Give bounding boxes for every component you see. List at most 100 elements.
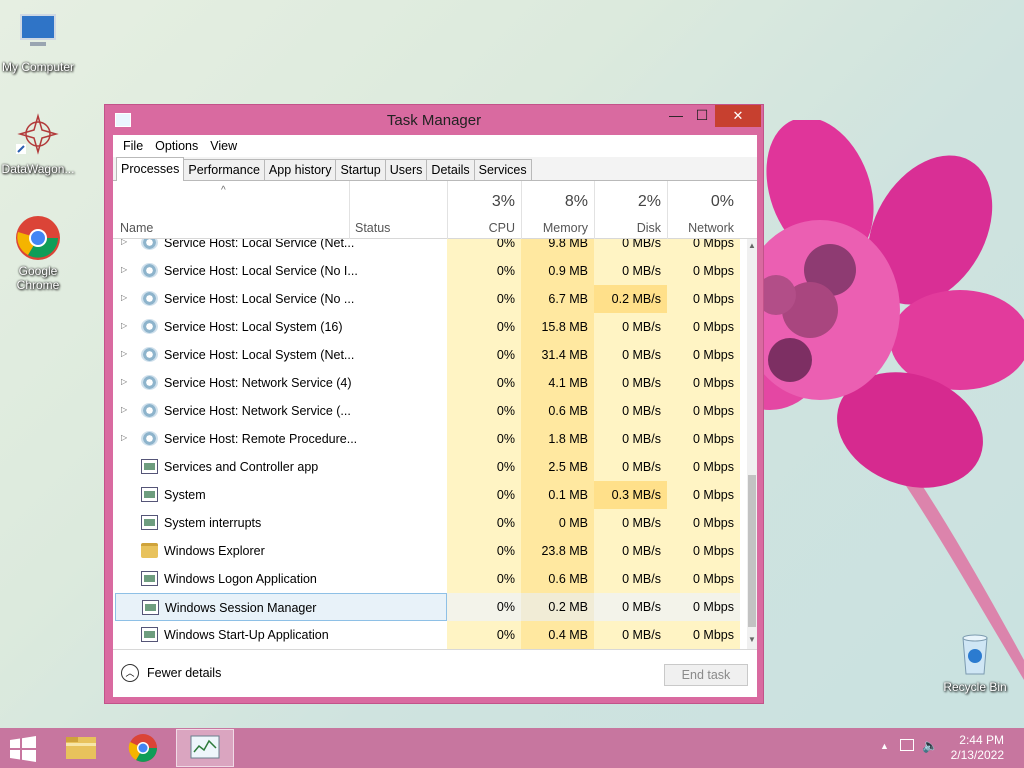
process-row[interactable]: Services and Controller app 0% 2.5 MB 0 MB/… [113, 453, 747, 481]
process-memory-value: 4.1 MB [521, 369, 594, 397]
gear-icon [141, 403, 158, 418]
scrollbar-thumb[interactable] [748, 475, 756, 627]
process-row[interactable]: System 0% 0.1 MB 0.3 MB/s 0 Mbps [113, 481, 747, 509]
taskbar: ▲ 🔈 2:44 PM 2/13/2022 [0, 728, 1024, 768]
column-header-network[interactable]: 0% Network [667, 181, 740, 239]
process-row[interactable]: Windows Start-Up Application 0% 0.4 MB 0 MB… [113, 621, 747, 649]
process-row[interactable]: ▷ Service Host: Local Service (Net... 0% 9.… [113, 239, 747, 257]
process-name: Windows Start-Up Application [164, 628, 329, 642]
process-name-cell[interactable]: Windows Logon Application [115, 565, 447, 593]
tab-users[interactable]: Users [384, 159, 428, 180]
taskbar-chrome[interactable] [114, 729, 172, 767]
process-row[interactable]: ▷ Service Host: Network Service (4) 0% 4.1 … [113, 369, 747, 397]
column-header-disk[interactable]: 2% Disk [594, 181, 667, 239]
process-row[interactable]: ▷ Service Host: Local Service (No ... 0% 6.… [113, 285, 747, 313]
process-name-cell[interactable]: Windows Session Manager [115, 593, 447, 621]
process-name: Windows Logon Application [164, 572, 317, 586]
process-name-cell[interactable]: ▷ Service Host: Local System (16) [115, 313, 447, 341]
process-row[interactable]: Windows Explorer 0% 23.8 MB 0 MB/s 0 Mbps [113, 537, 747, 565]
tab-app-history[interactable]: App history [263, 159, 337, 180]
taskbar-task-manager[interactable] [176, 729, 234, 767]
expand-chevron-icon[interactable]: ▷ [121, 239, 127, 246]
gear-icon [141, 375, 158, 390]
expand-chevron-icon[interactable]: ▷ [121, 433, 127, 442]
expand-chevron-icon[interactable]: ▷ [121, 377, 127, 386]
process-name-cell[interactable]: System [115, 481, 447, 509]
expand-chevron-icon[interactable]: ▷ [121, 349, 127, 358]
process-name-cell[interactable]: ▷ Service Host: Remote Procedure... [115, 425, 447, 453]
tab-services[interactable]: Services [473, 159, 532, 180]
process-name-cell[interactable]: System interrupts [115, 509, 447, 537]
process-name: System interrupts [164, 516, 262, 530]
process-row[interactable]: Windows Logon Application 0% 0.6 MB 0 MB/s 0… [113, 565, 747, 593]
process-name-cell[interactable]: ▷ Service Host: Local Service (Net... [115, 239, 447, 257]
process-cpu-value: 0% [447, 239, 521, 257]
clock-date: 2/13/2022 [950, 748, 1004, 762]
chrome-icon [128, 734, 157, 762]
tab-processes[interactable]: Processes [116, 157, 185, 181]
vertical-scrollbar[interactable]: ▲ ▼ [747, 239, 757, 649]
scroll-down-icon[interactable]: ▼ [747, 635, 757, 647]
start-icon[interactable] [8, 736, 38, 762]
cpu-total: 3% [491, 193, 515, 210]
process-name: Services and Controller app [164, 460, 319, 474]
menu-bar: File Options View [113, 135, 757, 157]
process-name-cell[interactable]: ▷ Service Host: Local System (Net... [115, 341, 447, 369]
memory-label: Memory [542, 221, 588, 235]
process-cpu-value: 0% [447, 453, 521, 481]
column-header-memory[interactable]: 8% Memory [521, 181, 594, 239]
process-name-cell[interactable]: ▷ Service Host: Local Service (No I... [115, 257, 447, 285]
column-header-status[interactable]: Status [349, 181, 447, 239]
end-task-button[interactable]: End task [664, 664, 748, 686]
tab-startup[interactable]: Startup [335, 159, 386, 180]
scroll-up-icon[interactable]: ▲ [747, 241, 757, 253]
process-row[interactable]: Windows Session Manager 0% 0.2 MB 0 MB/s 0 M… [113, 593, 747, 621]
process-row[interactable]: ▷ Service Host: Remote Procedure... 0% 1.8 … [113, 425, 747, 453]
process-row[interactable]: ▷ Service Host: Network Service (... 0% 0.6… [113, 397, 747, 425]
menu-file[interactable]: File [117, 139, 149, 153]
expand-chevron-icon[interactable]: ▷ [121, 405, 127, 414]
process-cpu-value: 0% [447, 285, 521, 313]
app-window-icon [141, 571, 158, 586]
process-name-cell[interactable]: ▷ Service Host: Local Service (No ... [115, 285, 447, 313]
process-row[interactable]: ▷ Service Host: Local Service (No I... 0% 0… [113, 257, 747, 285]
tab-details[interactable]: Details [426, 159, 475, 180]
expand-chevron-icon[interactable]: ▷ [121, 321, 127, 330]
title-bar[interactable]: Task Manager — ☐ ✕ [105, 105, 763, 135]
app-window-icon [141, 515, 158, 530]
expand-chevron-icon[interactable]: ▷ [121, 265, 127, 274]
network-icon[interactable] [900, 739, 914, 751]
desktop-icon-google-chrome[interactable]: Google Chrome [0, 214, 80, 292]
show-hidden-icons-icon[interactable]: ▲ [880, 741, 889, 751]
desktop-icon-datawagon[interactable]: DataWagon... [0, 112, 80, 176]
process-row[interactable]: ▷ Service Host: Local System (16) 0% 15.8 M… [113, 313, 747, 341]
chevron-up-icon: ︿ [121, 664, 139, 682]
maximize-button[interactable]: ☐ [687, 105, 717, 127]
process-cpu-value: 0% [447, 257, 521, 285]
taskbar-file-explorer[interactable] [52, 729, 110, 767]
process-name-cell[interactable]: Services and Controller app [115, 453, 447, 481]
desktop-icon-my-computer[interactable]: My Computer [0, 10, 80, 74]
process-row[interactable]: ▷ Service Host: Local System (Net... 0% 31.… [113, 341, 747, 369]
gear-icon [141, 431, 158, 446]
clock[interactable]: 2:44 PM 2/13/2022 [924, 733, 1004, 763]
close-button[interactable]: ✕ [715, 105, 761, 127]
process-name-cell[interactable]: Windows Start-Up Application [115, 621, 447, 649]
process-disk-value: 0 MB/s [594, 509, 667, 537]
tab-performance[interactable]: Performance [183, 159, 265, 180]
process-disk-value: 0 MB/s [594, 397, 667, 425]
process-name-cell[interactable]: ▷ Service Host: Network Service (... [115, 397, 447, 425]
process-network-value: 0 Mbps [667, 313, 740, 341]
menu-view[interactable]: View [204, 139, 243, 153]
process-row[interactable]: System interrupts 0% 0 MB 0 MB/s 0 Mbps [113, 509, 747, 537]
process-name-cell[interactable]: Windows Explorer [115, 537, 447, 565]
column-header-cpu[interactable]: 3% CPU [447, 181, 521, 239]
process-name: Service Host: Local Service (Net... [164, 239, 355, 250]
expand-chevron-icon[interactable]: ▷ [121, 293, 127, 302]
column-header-name[interactable]: ^ Name [113, 181, 349, 239]
fewer-details-button[interactable]: ︿ Fewer details [121, 664, 221, 682]
process-name-cell[interactable]: ▷ Service Host: Network Service (4) [115, 369, 447, 397]
menu-options[interactable]: Options [149, 139, 204, 153]
app-window-icon [141, 627, 158, 642]
desktop-icon-recycle-bin[interactable]: Recycle Bin [933, 630, 1017, 694]
